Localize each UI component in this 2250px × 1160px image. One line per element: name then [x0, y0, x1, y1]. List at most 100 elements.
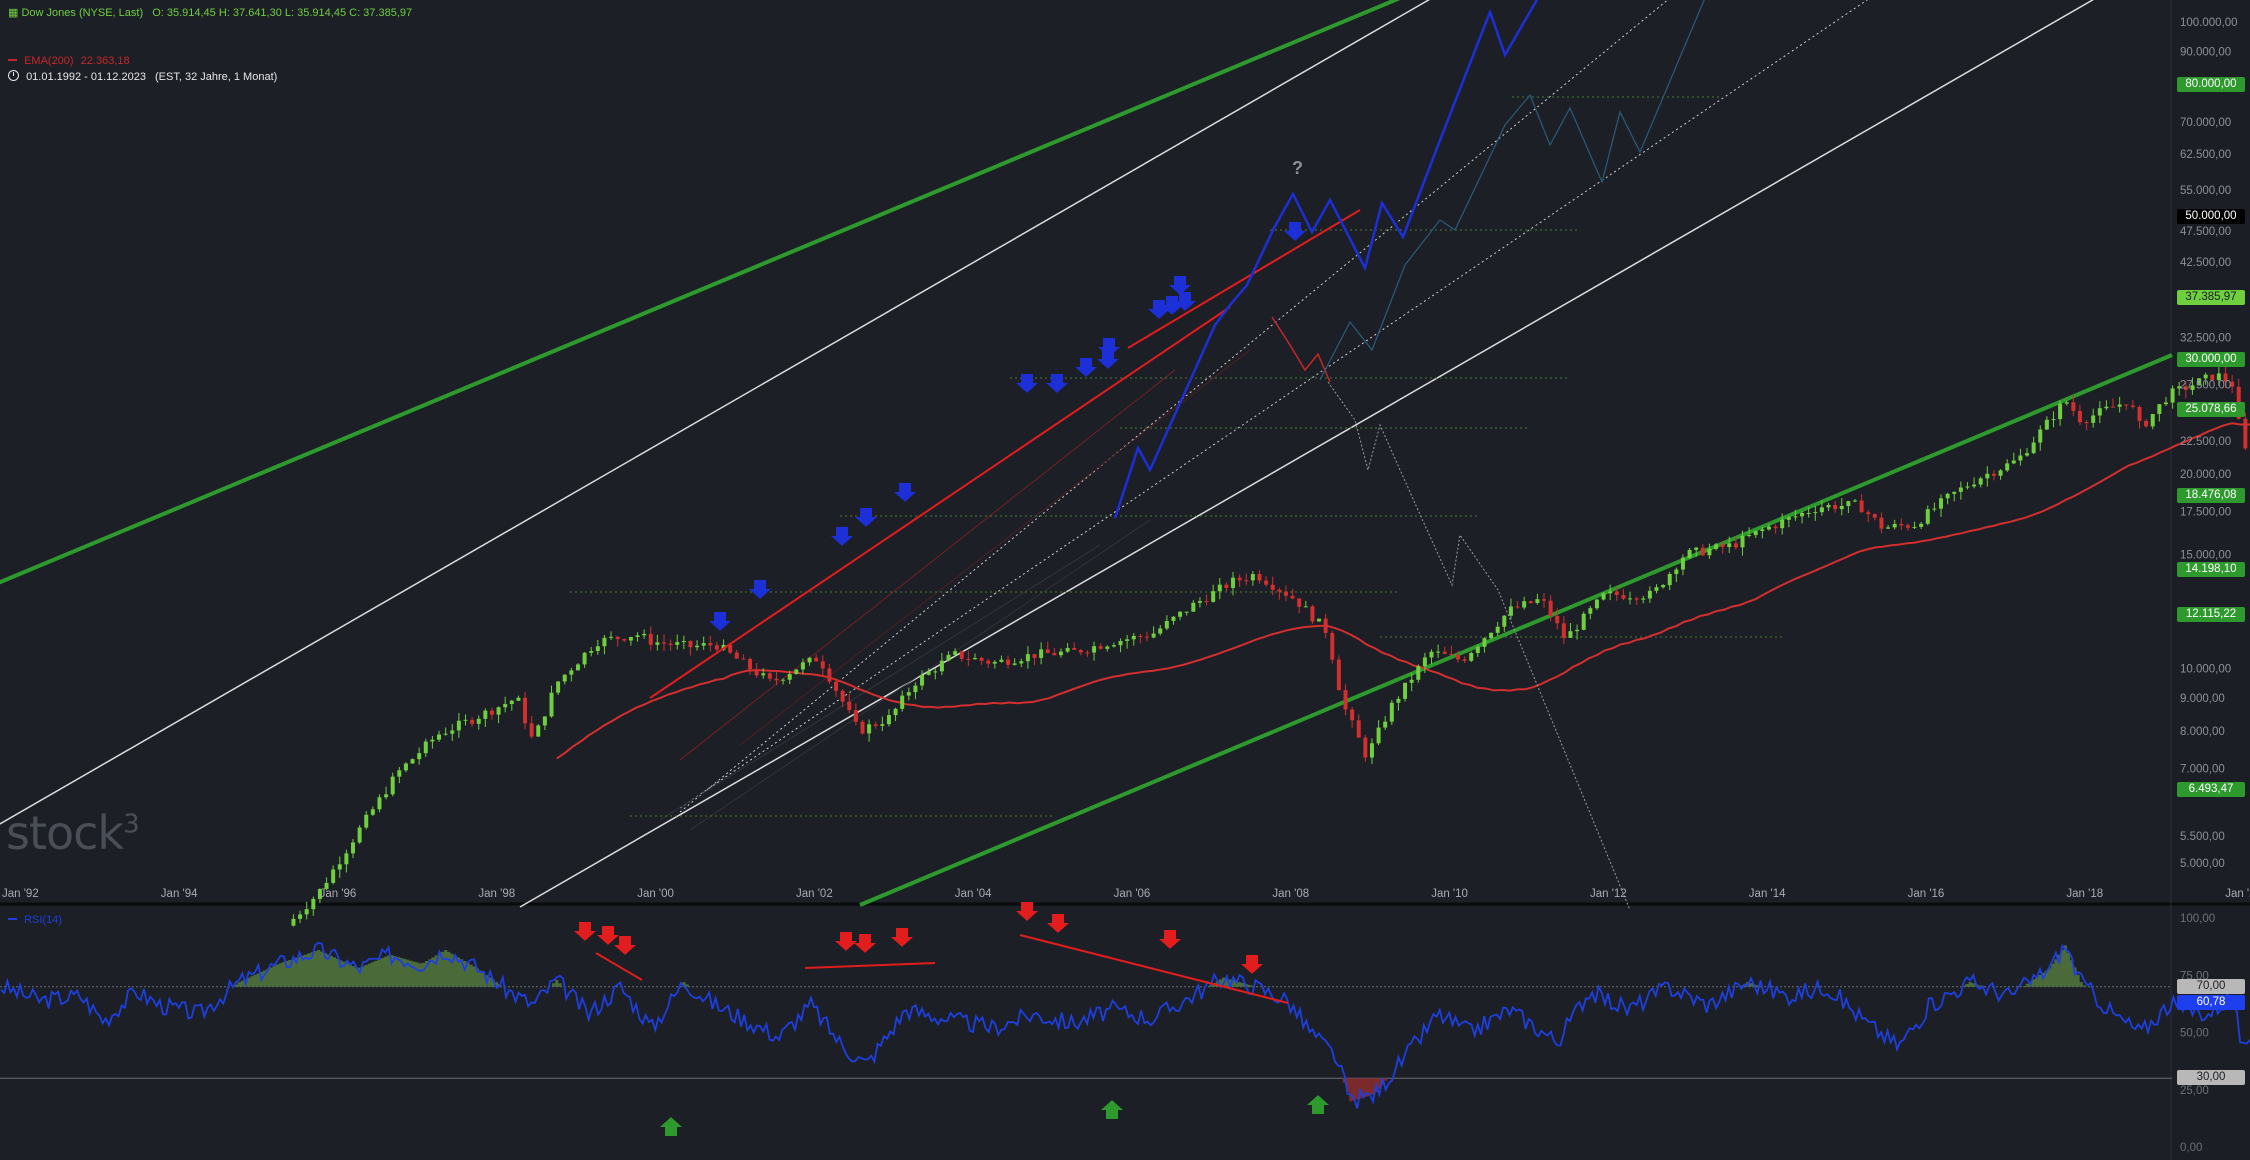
candle-body — [1118, 641, 1123, 646]
candle-body — [1819, 507, 1824, 513]
candle-body — [2025, 453, 2030, 456]
ema-value: 22.363,18 — [80, 55, 130, 67]
candle-body — [1919, 523, 1924, 527]
x-tick-label: Jan '94 — [161, 888, 198, 900]
candle-body — [1403, 682, 1408, 699]
candle-body — [1283, 591, 1288, 596]
candle-body — [681, 641, 686, 643]
candle-body — [1972, 484, 1977, 487]
x-tick-label: Jan '96 — [320, 888, 357, 900]
candle-body — [853, 710, 858, 722]
candle-body — [1078, 649, 1083, 653]
candle-body — [761, 673, 766, 676]
candle-body — [1257, 573, 1262, 581]
candle-body — [781, 679, 786, 681]
candle-body — [1058, 651, 1063, 656]
y-tick-label: 15.000,00 — [2180, 550, 2231, 562]
price-label-pill: 18.476,08 — [2177, 488, 2245, 504]
candle-body — [1250, 573, 1255, 581]
candle-body — [734, 652, 739, 659]
candle-body — [1667, 574, 1672, 586]
candle-body — [2117, 404, 2122, 407]
candle-body — [2137, 406, 2142, 421]
candle-body — [2144, 420, 2149, 427]
y-tick-label: 10.000,00 — [2180, 663, 2231, 675]
candle-body — [1892, 523, 1897, 528]
candle-body — [1826, 504, 1831, 508]
candle-body — [523, 697, 528, 724]
candle-body — [503, 704, 508, 708]
candle-body — [1363, 737, 1368, 758]
rsi-tick-label: 25,00 — [2180, 1085, 2209, 1097]
candle-body — [642, 633, 647, 636]
candle-body — [384, 794, 389, 798]
x-tick-label: Jan '06 — [1114, 888, 1151, 900]
candle-body — [1965, 486, 1970, 488]
period-note: (EST, 32 Jahre, 1 Monat) — [155, 71, 278, 83]
candle-body — [695, 645, 700, 648]
candle — [410, 758, 415, 764]
candle-body — [2077, 410, 2082, 423]
candle-body — [443, 733, 448, 735]
y-tick-label: 100.000,00 — [2180, 17, 2238, 29]
candle-body — [423, 741, 428, 754]
x-tick-label: Jan '10 — [1431, 888, 1468, 900]
candle-body — [1740, 535, 1745, 548]
candle-body — [1548, 600, 1553, 617]
candle-body — [1025, 654, 1030, 662]
candle-body — [1859, 500, 1864, 513]
candle — [1469, 651, 1474, 663]
candle-body — [1495, 626, 1500, 633]
candle-body — [2124, 404, 2129, 406]
candle-body — [1680, 557, 1685, 570]
candle-body — [549, 692, 554, 717]
candle-body — [1006, 659, 1011, 665]
y-tick-label: 55.000,00 — [2180, 185, 2231, 197]
candle-body — [483, 710, 488, 719]
candle-body — [364, 814, 369, 828]
candle-body — [536, 725, 541, 737]
candle-body — [582, 652, 587, 665]
candle-body — [1621, 595, 1626, 599]
candle-body — [906, 692, 911, 696]
candle-body — [1634, 598, 1639, 600]
candle-body — [1244, 580, 1249, 582]
candle-body — [1687, 549, 1692, 558]
candle-body — [886, 715, 891, 725]
candle-body — [1237, 577, 1242, 581]
candle-body — [1866, 512, 1871, 515]
candle — [357, 825, 362, 844]
candle-body — [562, 674, 567, 682]
candle-body — [1674, 569, 1679, 574]
rsi-tick-label: 50,00 — [2180, 1028, 2209, 1040]
logo-sup: 3 — [123, 809, 140, 840]
candle-body — [2097, 408, 2102, 416]
candle-body — [814, 657, 819, 662]
candle-body — [1780, 519, 1785, 529]
y-tick-label: 62.500,00 — [2180, 149, 2231, 161]
candle-body — [820, 661, 825, 669]
header-ema-row: EMA(200) 22.363,18 — [8, 55, 130, 67]
rsi-current-value-pill: 60,78 — [2177, 994, 2245, 1010]
stock-chart[interactable]: Jan '92 Jan '94 Jan '96 Jan '98 Jan '00 Jan '… — [0, 0, 2250, 1160]
candle-body — [893, 708, 898, 716]
candle-body — [2091, 415, 2096, 423]
candle-body — [1131, 635, 1136, 640]
candle-body — [1085, 652, 1090, 654]
candle-body — [2051, 419, 2056, 421]
candle-body — [873, 724, 878, 726]
candle-body — [575, 664, 580, 671]
candle-body — [1145, 636, 1150, 638]
candle-body — [1092, 646, 1097, 653]
y-tick-label: 22.500,00 — [2180, 436, 2231, 448]
x-tick-label: Jan '12 — [1590, 888, 1627, 900]
candle-body — [1932, 508, 1937, 510]
candle-body — [1449, 653, 1454, 655]
candle-body — [926, 671, 931, 675]
ema-label: EMA(200) — [24, 55, 74, 67]
candle-body — [675, 642, 680, 645]
candle-body — [1694, 547, 1699, 550]
candle-body — [701, 643, 706, 646]
chart-type-icon: ▦ — [8, 7, 19, 19]
candle — [1601, 592, 1606, 601]
